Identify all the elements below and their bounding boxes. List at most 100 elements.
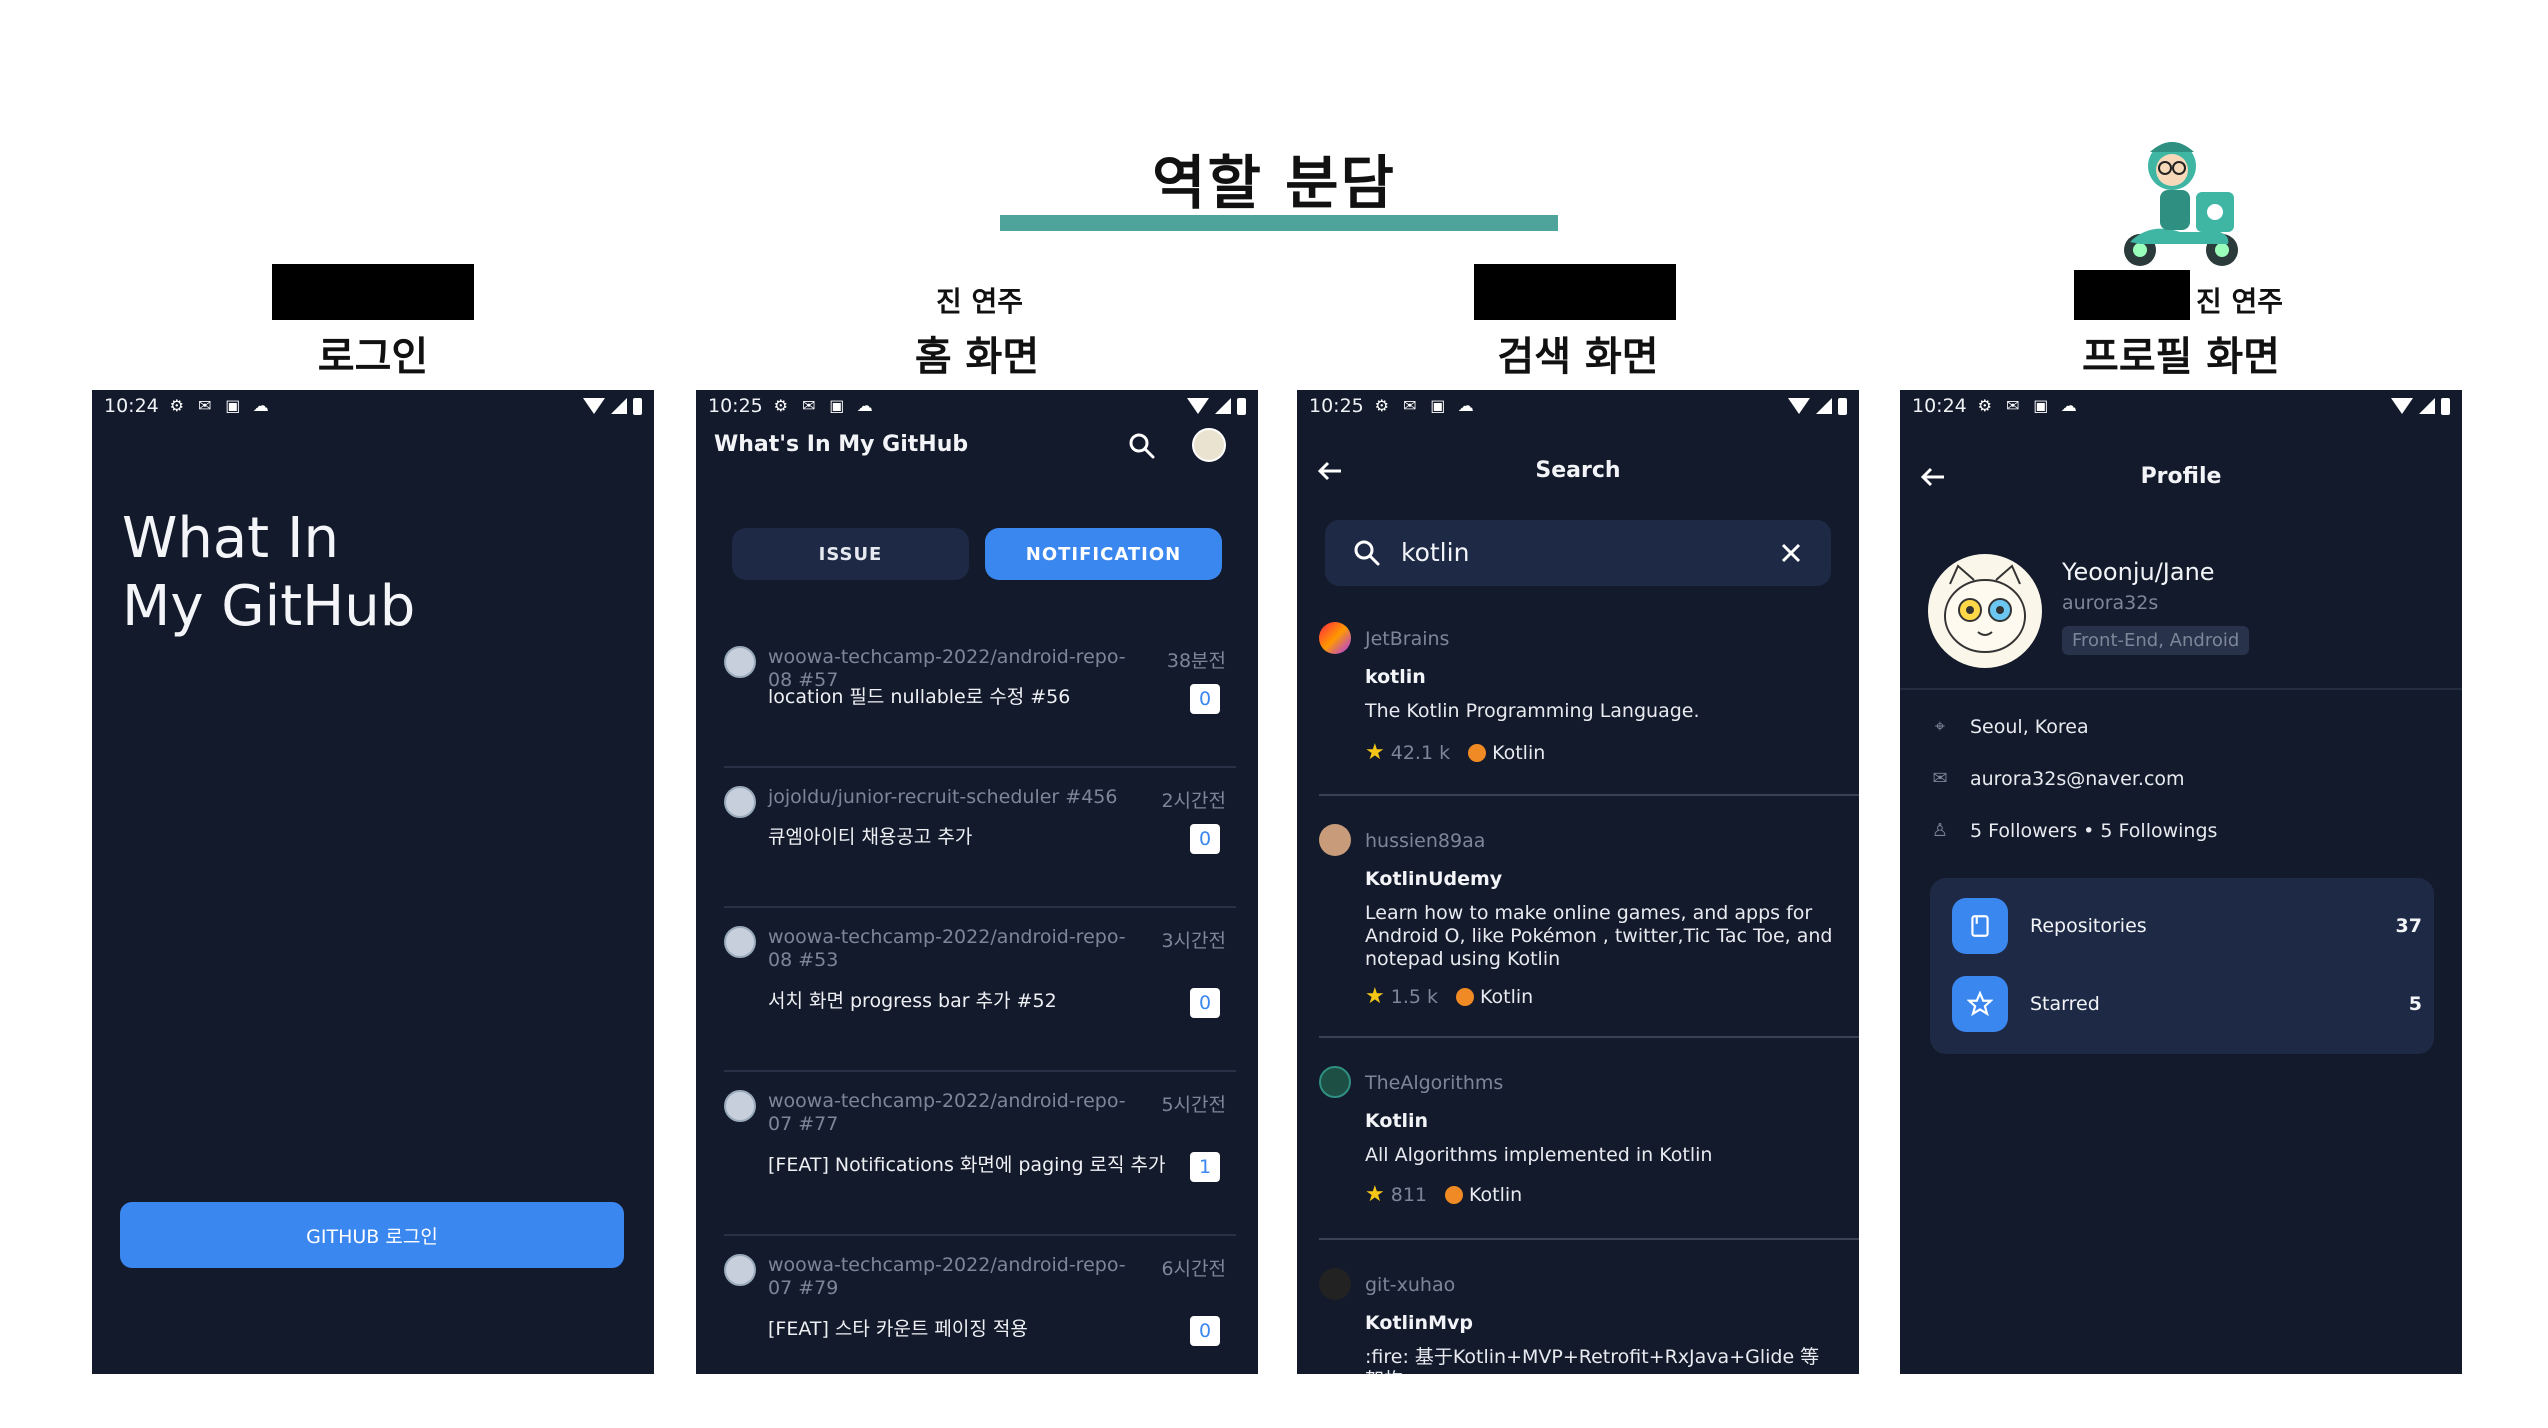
- avatar[interactable]: [1192, 428, 1226, 462]
- notification-title: location 필드 nullable로 수정 #56: [768, 686, 1071, 708]
- search-input[interactable]: kotlin: [1325, 520, 1831, 586]
- repo-description: All Algorithms implemented in Kotlin: [1365, 1144, 1713, 1166]
- status-bar: 10:24 ⚙ ✉ ▣ ☁: [1900, 390, 2462, 422]
- mail-icon: ✉: [1403, 396, 1417, 415]
- repositories-row[interactable]: Repositories 37: [1952, 898, 2422, 954]
- clear-icon[interactable]: [1779, 541, 1803, 565]
- notification-item[interactable]: woowa-techcamp-2022/android-repo-07 #77 …: [724, 1074, 1236, 1236]
- comment-count-badge: 0: [1190, 1316, 1220, 1346]
- tab-issue[interactable]: ISSUE: [732, 528, 969, 580]
- login-screen: 10:24 ⚙ ✉ ▣ ☁ What In My GitHub GITHUB 로…: [92, 390, 654, 1374]
- mail-icon: ✉: [802, 396, 816, 415]
- search-screen: 10:25 ⚙ ✉ ▣ ☁ Search kotlin JetBrains ko…: [1297, 390, 1859, 1374]
- notification-item[interactable]: jojoldu/junior-recruit-scheduler #456 2시…: [724, 770, 1236, 908]
- comment-count-badge: 1: [1190, 1152, 1220, 1182]
- tab-bar: ISSUE NOTIFICATION: [732, 528, 1222, 580]
- cat-avatar-icon: [1944, 564, 2026, 653]
- repositories-label: Repositories: [2030, 915, 2147, 937]
- wifi-icon: [1788, 398, 1810, 414]
- star-icon: [1952, 976, 2008, 1032]
- sim-icon: ▣: [829, 396, 845, 415]
- search-title: Search: [1535, 458, 1621, 483]
- follow-row: ♙ 5 Followers • 5 Followings: [1930, 820, 2218, 842]
- repo-owner: hussien89aa: [1365, 830, 1486, 852]
- repositories-count: 37: [2395, 915, 2422, 937]
- repo-avatar: [724, 786, 756, 818]
- profile-card: Repositories 37 Starred 5: [1930, 878, 2434, 1054]
- notification-item[interactable]: woowa-techcamp-2022/android-repo-08 #53 …: [724, 910, 1236, 1072]
- repo-name: KotlinMvp: [1365, 1312, 1473, 1334]
- battery-icon: [1838, 397, 1847, 415]
- location-pin-icon: ⌖: [1934, 716, 1946, 737]
- repo-result[interactable]: JetBrains kotlin The Kotlin Programming …: [1319, 596, 1859, 796]
- redacted-name-3: [1474, 264, 1676, 320]
- repo-language: Kotlin: [1492, 741, 1546, 764]
- settings-icon: ⚙: [773, 396, 788, 415]
- wifi-icon: [2391, 398, 2413, 414]
- avatar: [1928, 554, 2042, 668]
- tab-notification[interactable]: NOTIFICATION: [985, 528, 1222, 580]
- status-bar: 10:25 ⚙ ✉ ▣ ☁: [1297, 390, 1859, 422]
- repo-result[interactable]: TheAlgorithms Kotlin All Algorithms impl…: [1319, 1040, 1859, 1240]
- owner-avatar: [1319, 824, 1351, 856]
- notification-repo: woowa-techcamp-2022/android-repo-07 #79: [768, 1254, 1126, 1299]
- repo-result[interactable]: hussien89aa KotlinUdemy Learn how to mak…: [1319, 798, 1859, 1038]
- notification-time: 5시간전: [1161, 1094, 1226, 1116]
- starred-row[interactable]: Starred 5: [1952, 976, 2422, 1032]
- signal-icon: [2419, 398, 2435, 414]
- notification-repo: woowa-techcamp-2022/android-repo-08 #53: [768, 926, 1126, 971]
- screen-label-profile: 프로필 화면: [2082, 334, 2280, 380]
- repo-meta: ★ 1.5 k Kotlin: [1365, 984, 1533, 1009]
- cloud-icon: ☁: [252, 396, 269, 415]
- search-icon: [1354, 540, 1380, 566]
- notification-time: 3시간전: [1161, 930, 1226, 952]
- github-login-button[interactable]: GITHUB 로그인: [120, 1202, 624, 1268]
- app-title: What In My GitHub: [122, 505, 415, 641]
- star-icon: ★: [1365, 1182, 1385, 1207]
- screen-label-login: 로그인: [317, 334, 429, 380]
- mail-icon: ✉: [2006, 396, 2020, 415]
- star-icon: ★: [1365, 984, 1385, 1009]
- profile-name: Yeoonju/Jane: [2062, 558, 2215, 586]
- notification-item[interactable]: woowa-techcamp-2022/android-repo-07 #79 …: [724, 1238, 1236, 1374]
- language-dot-icon: [1456, 987, 1474, 1006]
- redacted-name-1: [272, 264, 474, 320]
- repo-meta: ★ 811 Kotlin: [1365, 1182, 1522, 1207]
- battery-icon: [1237, 397, 1246, 415]
- redacted-name-4: [2074, 270, 2190, 320]
- mail-icon: ✉: [198, 396, 212, 415]
- repo-result[interactable]: git-xuhao KotlinMvp :fire: 基于Kotlin+MVP+…: [1319, 1242, 1859, 1374]
- email-text: aurora32s@naver.com: [1970, 768, 2185, 790]
- notification-title: 큐엠아이티 채용공고 추가: [768, 826, 973, 848]
- starred-label: Starred: [2030, 993, 2100, 1015]
- signal-icon: [1215, 398, 1231, 414]
- profile-title: Profile: [2140, 464, 2222, 489]
- title-underline: [1000, 215, 1558, 231]
- sim-icon: ▣: [1430, 396, 1446, 415]
- owner-avatar: [1319, 1066, 1351, 1098]
- search-icon[interactable]: [1126, 430, 1158, 462]
- sim-icon: ▣: [225, 396, 241, 415]
- cloud-icon: ☁: [1457, 396, 1474, 415]
- scooter-mascot-icon: [2124, 142, 2238, 266]
- repo-description: The Kotlin Programming Language.: [1365, 700, 1700, 722]
- notification-time: 38분전: [1166, 650, 1226, 672]
- repo-name: Kotlin: [1365, 1110, 1429, 1132]
- screen-label-search: 검색 화면: [1497, 334, 1659, 380]
- profile-screen: 10:24 ⚙ ✉ ▣ ☁ Profile Yeoonju/Jane auror…: [1900, 390, 2462, 1374]
- notification-repo: woowa-techcamp-2022/android-repo-07 #77: [768, 1090, 1126, 1135]
- comment-count-badge: 0: [1190, 988, 1220, 1018]
- repo-avatar: [724, 646, 756, 678]
- notification-title: 서치 화면 progress bar 추가 #52: [768, 990, 1057, 1012]
- location-row: ⌖ Seoul, Korea: [1930, 716, 2089, 738]
- signal-icon: [611, 398, 627, 414]
- mail-icon: ✉: [1932, 768, 1948, 789]
- star-count: 1.5 k: [1390, 985, 1438, 1008]
- settings-icon: ⚙: [1977, 396, 1992, 415]
- role-name-profile: 진 연주: [2196, 285, 2284, 318]
- repo-description: Learn how to make online games, and apps…: [1365, 902, 1833, 970]
- notification-item[interactable]: woowa-techcamp-2022/android-repo-08 #57 …: [724, 630, 1236, 768]
- divider: [1900, 688, 2462, 690]
- notification-time: 6시간전: [1161, 1258, 1226, 1280]
- cloud-icon: ☁: [856, 396, 873, 415]
